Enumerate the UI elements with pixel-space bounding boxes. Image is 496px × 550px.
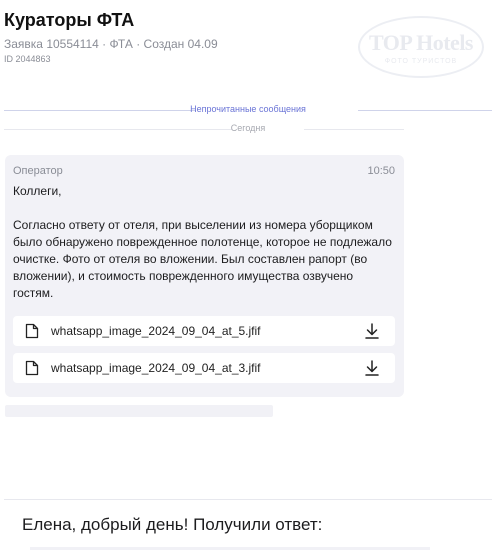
message-sender: Оператор [13, 165, 63, 177]
unread-divider-label: Непрочитанные сообщения [190, 104, 306, 114]
message-text: Коллеги, Согласно ответу от отеля, при в… [13, 183, 393, 302]
tophotels-logo: TOP Hotels ФОТО ТУРИСТОВ [358, 16, 484, 78]
loading-placeholder [5, 405, 273, 417]
logo-main-text: TOP Hotels [369, 29, 474, 55]
date-divider-label: Сегодня [230, 123, 266, 133]
logo-sub-text: ФОТО ТУРИСТОВ [384, 57, 458, 65]
download-icon[interactable] [363, 322, 381, 340]
date-divider: Сегодня [4, 120, 492, 140]
message-body: Согласно ответу от отеля, при выселении … [13, 218, 392, 300]
message-greeting: Коллеги, [13, 184, 62, 198]
message-bubble: Оператор 10:50 Коллеги, Согласно ответу … [5, 155, 404, 397]
reply-preview-text: Елена, добрый день! Получили ответ: [22, 515, 323, 534]
file-icon [25, 323, 39, 339]
attachment-item[interactable]: whatsapp_image_2024_09_04_at_3.jfif [13, 353, 395, 383]
separator [4, 499, 492, 500]
attachment-name[interactable]: whatsapp_image_2024_09_04_at_5.jfif [51, 324, 363, 338]
unread-divider: Непрочитанные сообщения [4, 101, 492, 121]
attachment-item[interactable]: whatsapp_image_2024_09_04_at_5.jfif [13, 316, 395, 346]
attachment-name[interactable]: whatsapp_image_2024_09_04_at_3.jfif [51, 361, 363, 375]
file-icon [25, 360, 39, 376]
download-icon[interactable] [363, 359, 381, 377]
message-time: 10:50 [367, 165, 395, 177]
